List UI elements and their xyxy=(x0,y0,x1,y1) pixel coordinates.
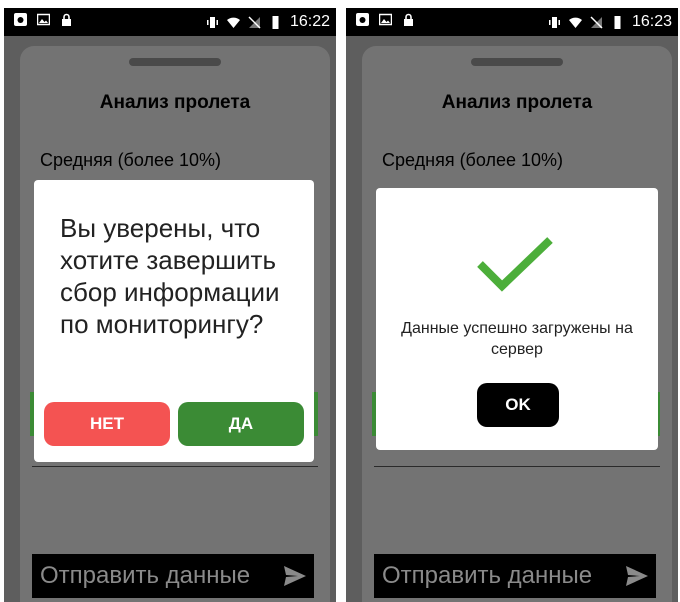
success-dialog: Данные успешно загружены на сервер OK xyxy=(376,188,658,450)
send-data-button[interactable]: Отправить данные xyxy=(32,554,314,598)
app-notification-icon xyxy=(356,13,369,26)
success-message: Данные успешно загружены на сервер xyxy=(401,320,633,358)
no-signal-icon xyxy=(248,15,261,29)
status-bar: 16:23 xyxy=(346,8,678,36)
sheet-title: Анализ пролета xyxy=(99,92,251,113)
wifi-icon xyxy=(568,17,582,28)
vibrate-icon xyxy=(548,16,560,28)
clock: 16:22 xyxy=(289,13,330,30)
no-button[interactable]: НЕТ xyxy=(44,402,170,446)
send-arrow-icon xyxy=(626,566,648,586)
divider xyxy=(32,466,318,467)
image-notification-icon xyxy=(379,13,392,26)
battery-icon xyxy=(614,15,621,29)
selected-option: Средняя (более 10%) xyxy=(382,150,564,170)
lock-icon xyxy=(62,13,71,26)
yes-button[interactable]: ДА xyxy=(178,402,304,446)
send-data-label: Отправить данные xyxy=(40,562,251,589)
vibrate-icon xyxy=(206,16,218,28)
status-bar: 16:22 xyxy=(4,8,336,36)
selected-option: Средняя (более 10%) xyxy=(40,150,222,170)
phone-screen-success: 16:23 Анализ пролета Средняя (более 10%)… xyxy=(346,8,678,602)
no-signal-icon xyxy=(590,15,603,29)
lock-icon xyxy=(404,13,413,26)
confirm-dialog: Вы уверены, что хотите завершить сбор ин… xyxy=(34,180,314,462)
checkmark-icon xyxy=(477,237,553,292)
send-data-label: Отправить данные xyxy=(382,562,593,589)
sheet-drag-handle[interactable] xyxy=(471,58,563,66)
app-notification-icon xyxy=(14,13,27,26)
clock: 16:23 xyxy=(631,13,672,30)
confirm-question: Вы уверены, что хотите завершить сбор ин… xyxy=(60,213,280,339)
send-arrow-icon xyxy=(284,566,306,586)
sheet-title: Анализ пролета xyxy=(441,92,593,113)
divider xyxy=(374,466,660,467)
sheet-drag-handle[interactable] xyxy=(129,58,221,66)
send-data-button[interactable]: Отправить данные xyxy=(374,554,656,598)
image-notification-icon xyxy=(37,13,50,26)
ok-button[interactable]: OK xyxy=(477,383,559,427)
wifi-icon xyxy=(226,17,240,28)
battery-icon xyxy=(272,15,279,29)
phone-screen-confirm: 16:22 Анализ пролета Средняя (более 10%)… xyxy=(4,8,336,602)
